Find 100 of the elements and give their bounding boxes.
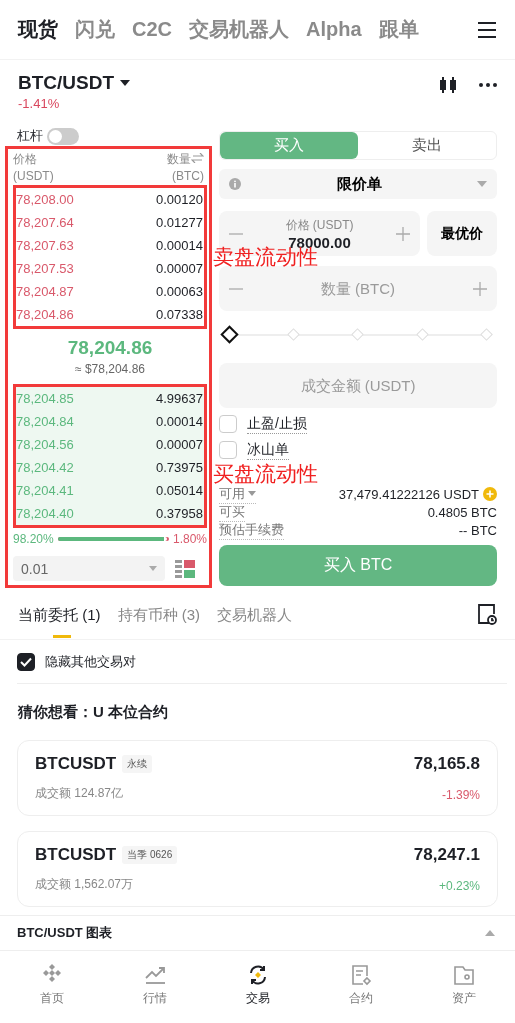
price-change: -1.39% [441,788,480,802]
contract-tag: 当季 0626 [122,846,178,864]
info-icon [229,178,241,190]
total-field[interactable]: 成交金额 (USDT) [219,363,497,408]
order-price: 78,204.56 [16,437,74,452]
order-quantity: 0.00014 [156,238,203,253]
info-value: 37,479.41222126 USDT [338,486,479,502]
buy-ratio: 98.20% [13,532,54,546]
add-funds-icon[interactable] [483,487,497,501]
price-change: +0.23% [438,879,480,893]
info-value: -- BTC [458,522,497,538]
order-price: 78,208.00 [16,192,74,207]
order-price: 78,207.64 [16,215,74,230]
caret-down-icon [120,80,131,86]
order-price: 78,204.40 [16,506,74,521]
history-icon[interactable] [477,604,497,626]
order-quantity: 0.73975 [156,460,203,475]
last-price: 78,204.86 [67,337,153,359]
annotation-label: 买盘流动性 [213,463,318,484]
column-unit: (BTC) [171,168,204,185]
checkbox-label: 隐藏其他交易对 [45,652,136,671]
check-icon [20,656,32,667]
order-tab[interactable]: 当前委托 (1) [18,590,101,640]
info-label: 预估手续费 [219,520,284,540]
top-tab[interactable]: Alpha [306,18,362,41]
caret-down-icon [149,566,157,571]
top-tab[interactable]: 跟单 [378,16,419,43]
info-label: 可用 [219,484,245,503]
layout-icon[interactable] [175,558,195,579]
pair-selector[interactable]: BTC/USDT [18,72,131,94]
option-label: 止盈/止损 [247,414,307,434]
plus-icon[interactable] [396,226,410,241]
order-quantity: 4.99637 [156,391,203,406]
plus-icon[interactable] [473,281,487,296]
caret-down-icon [248,491,256,496]
nav-item[interactable]: 合约 [309,951,412,1019]
column-header: 数量 [167,152,191,166]
order-quantity: 0.00014 [156,414,203,429]
contract-tag: 永续 [122,755,153,773]
info-value: 0.4805 BTC [427,504,497,520]
precision-dropdown[interactable]: 0.01 [13,556,165,581]
wallet-icon [452,963,475,986]
column-header: 价格 [13,151,38,168]
contract-card[interactable]: BTCUSDT 永续 成交额 124.87亿 78,165.8 -1.39% [17,740,498,816]
trade-volume: 成交额 124.87亿 [35,785,125,802]
order-quantity: 0.07338 [156,307,203,322]
sell-ratio: 1.80% [172,532,207,546]
order-price: 78,204.41 [16,483,74,498]
nav-item[interactable]: 资产 [412,951,515,1019]
order-price: 78,204.86 [16,307,74,322]
section-title: 猜你想看：U 本位合约 [17,701,169,722]
order-quantity: 0.05014 [156,483,203,498]
order-quantity: 0.00120 [156,192,203,207]
side-tab[interactable]: 卖出 [358,132,496,159]
trade-volume: 成交额 1,562.07万 [35,876,135,893]
option-label: 冰山单 [247,440,289,460]
order-type-dropdown[interactable]: 限价单 [219,169,497,199]
order-quantity: 0.00007 [156,261,203,276]
chart-section-title: BTC/USDT 图表 [17,924,113,942]
menu-icon[interactable] [477,20,497,39]
contract-card[interactable]: BTCUSDT 当季 0626 成交额 1,562.07万 78,247.1 +0.23% [17,831,498,907]
contract-symbol: BTCUSDT [35,845,117,865]
caret-down-icon [477,181,487,187]
top-tab[interactable]: 现货 [18,16,58,43]
order-quantity: 0.00007 [156,437,203,452]
info-label: 可买 [219,502,245,522]
checkbox[interactable] [17,652,35,671]
top-tab[interactable]: 交易机器人 [189,16,289,43]
leverage-toggle[interactable] [47,127,79,145]
order-price: 78,207.53 [16,261,74,276]
top-tab[interactable]: C2C [132,18,172,41]
order-price: 78,204.42 [16,460,74,475]
order-price: 78,204.87 [16,284,74,299]
swap-icon[interactable] [191,153,204,163]
order-price: 78,204.85 [16,391,74,406]
nav-item[interactable]: 交易 [206,951,309,1019]
order-quantity: 0.00063 [156,284,203,299]
top-tab[interactable]: 闪兑 [75,16,115,43]
leverage-label: 杠杆 [17,127,43,145]
quantity-field[interactable]: 数量 (BTC) [219,266,497,311]
order-tab[interactable]: 持有币种 (3) [117,590,200,640]
candlestick-icon[interactable] [439,76,457,94]
order-price: 78,204.84 [16,414,74,429]
contract-symbol: BTCUSDT [35,754,117,774]
best-price-button[interactable]: 最优价 [427,211,497,256]
price-change: -1.41% [18,96,61,111]
column-unit: (USDT) [13,168,54,185]
document-icon [349,963,372,986]
quantity-input[interactable]: 数量 (BTC) [247,268,469,309]
fiat-price: ≈ $78,204.86 [75,362,145,376]
order-quantity: 0.01277 [156,215,203,230]
contract-price: 78,165.8 [413,754,480,774]
nav-item[interactable]: 行情 [103,951,206,1019]
order-tab[interactable]: 交易机器人 [217,590,292,640]
nav-item[interactable]: 首页 [0,951,103,1019]
caret-up-icon[interactable] [485,930,495,936]
contract-price: 78,247.1 [413,845,480,865]
total-input[interactable]: 成交金额 (USDT) [229,365,487,406]
order-quantity: 0.37958 [156,506,203,521]
order-price: 78,207.63 [16,238,74,253]
